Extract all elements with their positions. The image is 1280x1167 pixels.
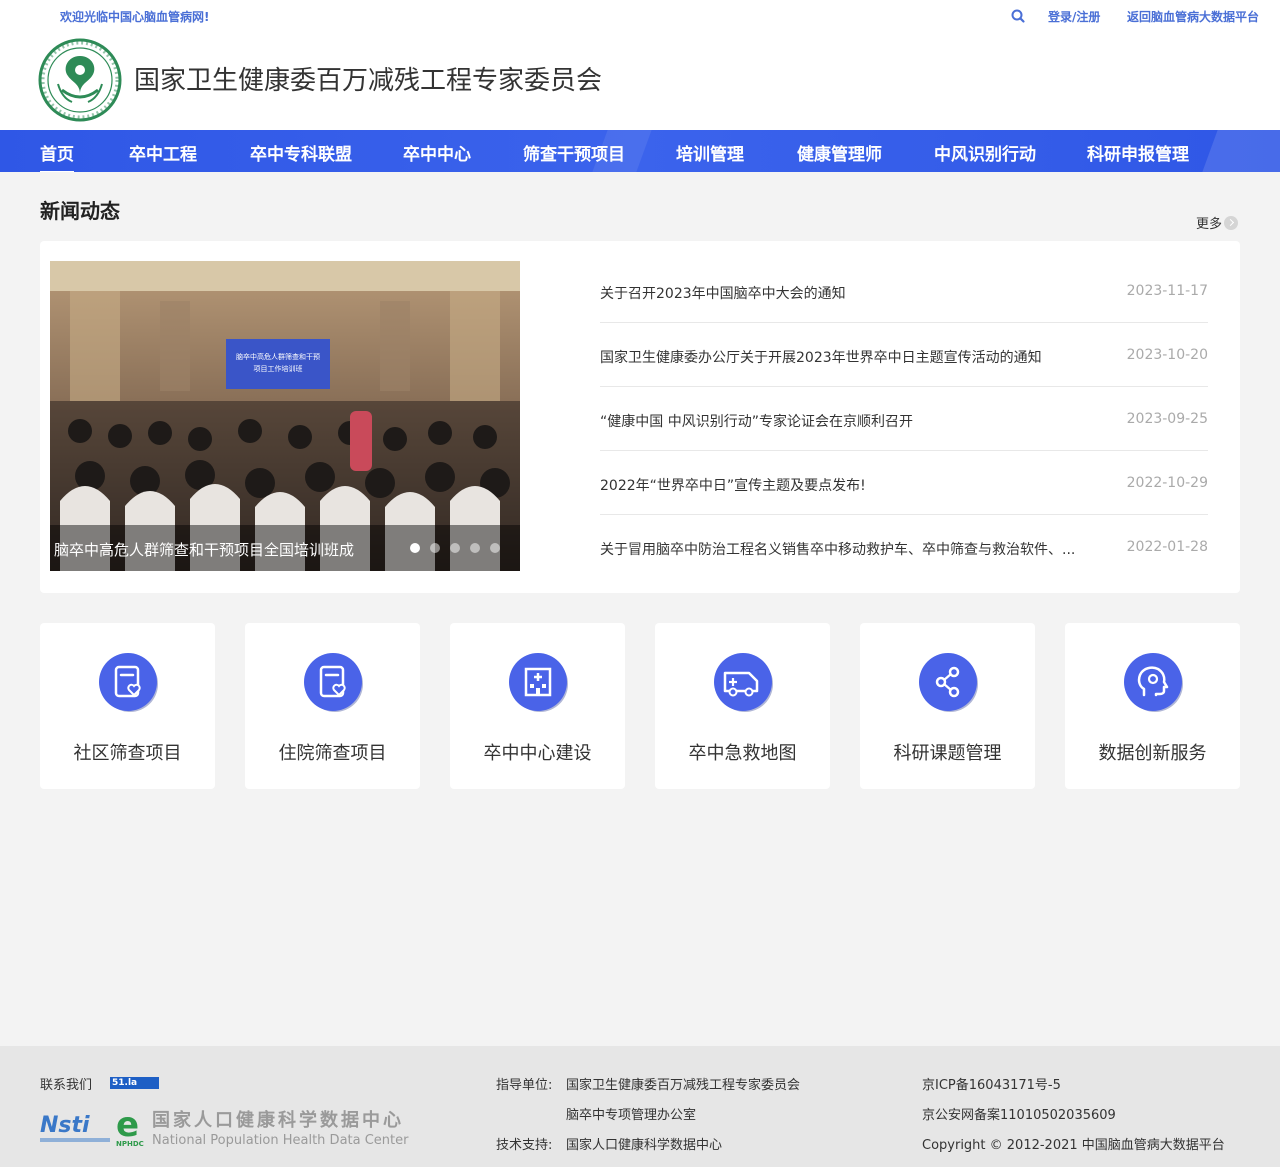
contact-us-link[interactable]: 联系我们 — [40, 1074, 92, 1093]
service-card-stroke-center[interactable]: 卒中中心建设 — [450, 623, 625, 789]
news-title[interactable]: 关于召开2023年中国脑卒中大会的通知 — [600, 283, 1080, 303]
nav-item-home[interactable]: 首页 — [40, 140, 74, 172]
news-item[interactable]: 关于召开2023年中国脑卒中大会的通知 2023-11-17 — [600, 259, 1208, 323]
service-card-data-innovation[interactable]: 数据创新服务 — [1065, 623, 1240, 789]
police-record[interactable]: 京公安网备案11010502035609 — [922, 1104, 1116, 1123]
news-item[interactable]: “健康中国 中风识别行动”专家论证会在京顺利召开 2023-09-25 — [600, 387, 1208, 451]
news-title[interactable]: “健康中国 中风识别行动”专家论证会在京顺利召开 — [600, 411, 1080, 431]
guide-unit-1: 国家卫生健康委百万减残工程专家委员会 — [566, 1078, 801, 1093]
nav-item-training[interactable]: 培训管理 — [676, 140, 744, 165]
nav-item-stroke-alliance[interactable]: 卒中专科联盟 — [250, 140, 352, 165]
tech-support-unit: 国家人口健康科学数据中心 — [566, 1138, 723, 1153]
main-nav: 首页 卒中工程 卒中专科联盟 卒中中心 筛查干预项目 培训管理 健康管理师 中风… — [0, 130, 1280, 172]
slider-dot[interactable] — [450, 543, 460, 553]
service-card-research[interactable]: 科研课题管理 — [860, 623, 1035, 789]
share-nodes-icon — [919, 653, 978, 712]
news-panel: 脑卒中高危人群筛查和干预 项目工作培训班 脑卒中高危人群筛查和干预项目全国培训班… — [40, 241, 1240, 593]
login-register-link[interactable]: 登录/注册 — [1048, 8, 1100, 25]
nav-item-stroke-recognition[interactable]: 中风识别行动 — [934, 140, 1036, 165]
nav-item-stroke-center[interactable]: 卒中中心 — [403, 140, 471, 165]
icp-record[interactable]: 京ICP备16043171号-5 — [922, 1074, 1061, 1093]
chevron-right-icon — [1224, 215, 1239, 230]
guide-unit-2: 脑卒中专项管理办公室 — [566, 1108, 697, 1123]
nphdc-en-name: National Population Health Data Center — [152, 1133, 409, 1148]
news-list: 关于召开2023年中国脑卒中大会的通知 2023-11-17 国家卫生健康委办公… — [600, 259, 1208, 579]
site-footer: 联系我们 51.la Nsti e NPHDC 国家人口健康科学数据中心 Nat… — [0, 1046, 1280, 1167]
news-item[interactable]: 关于冒用脑卒中防治工程名义销售卒中移动救护车、卒中筛查与救治软件、... 202… — [600, 515, 1208, 579]
nsti-logo-text: Nsti — [40, 1113, 90, 1138]
nphdc-abbr: NPHDC — [116, 1140, 144, 1148]
slider-dot[interactable] — [430, 543, 440, 553]
news-item[interactable]: 国家卫生健康委办公厅关于开展2023年世界卒中日主题宣传活动的通知 2023-1… — [600, 323, 1208, 387]
clipboard-heart-icon — [99, 653, 158, 712]
service-card-emergency-map[interactable]: 卒中急救地图 — [655, 623, 830, 789]
nav-decoration — [1202, 130, 1280, 172]
service-label: 数据创新服务 — [1098, 743, 1207, 764]
site-title: 国家卫生健康委百万减残工程专家委员会 — [134, 66, 603, 96]
ambulance-icon — [714, 653, 773, 712]
top-bar: 欢迎光临中国心脑血管病网! 登录/注册 返回脑血管病大数据平台 — [0, 0, 1280, 32]
news-date: 2023-09-25 — [1126, 411, 1208, 427]
slide-caption[interactable]: 脑卒中高危人群筛查和干预项目全国培训班成 — [54, 539, 354, 560]
news-section-title: 新闻动态 — [40, 199, 120, 223]
slide-banner-line2: 项目工作培训班 — [254, 364, 303, 373]
clipboard-heart-icon — [304, 653, 363, 712]
news-title[interactable]: 国家卫生健康委办公厅关于开展2023年世界卒中日主题宣传活动的通知 — [600, 347, 1080, 367]
nav-item-health-manager[interactable]: 健康管理师 — [797, 140, 882, 165]
more-label: 更多 — [1196, 217, 1223, 232]
slider-dot[interactable] — [490, 543, 500, 553]
news-title[interactable]: 2022年“世界卒中日”宣传主题及要点发布! — [600, 475, 1080, 495]
head-brain-icon — [1124, 653, 1183, 712]
nav-item-screening[interactable]: 筛查干预项目 — [523, 140, 625, 165]
slider-dot[interactable] — [410, 543, 420, 553]
news-slider[interactable]: 脑卒中高危人群筛查和干预 项目工作培训班 脑卒中高危人群筛查和干预项目全国培训班… — [50, 261, 520, 571]
service-label: 卒中急救地图 — [688, 743, 797, 764]
copyright: Copyright © 2012-2021 中国脑血管病大数据平台 — [922, 1138, 1225, 1153]
more-news-link[interactable]: 更多 — [1196, 213, 1239, 232]
service-label: 住院筛查项目 — [278, 743, 387, 764]
guide-label: 指导单位: — [496, 1078, 553, 1093]
service-label: 卒中中心建设 — [483, 743, 592, 764]
back-to-platform-link[interactable]: 返回脑血管病大数据平台 — [1127, 8, 1259, 25]
nphdc-cn-name: 国家人口健康科学数据中心 — [152, 1109, 404, 1131]
news-date: 2022-01-28 — [1126, 539, 1208, 555]
site-header: 国家卫生健康委百万减残工程专家委员会 — [0, 32, 1280, 130]
slide-banner-line1: 脑卒中高危人群筛查和干预 — [236, 352, 320, 361]
tech-support-label: 技术支持: — [496, 1138, 553, 1153]
committee-logo[interactable] — [38, 38, 122, 122]
nphdc-logo[interactable]: Nsti e NPHDC 国家人口健康科学数据中心 National Popul… — [40, 1106, 420, 1148]
news-date: 2023-10-20 — [1126, 347, 1208, 363]
service-card-inpatient-screening[interactable]: 住院筛查项目 — [245, 623, 420, 789]
news-date: 2023-11-17 — [1126, 283, 1208, 299]
slider-dot[interactable] — [470, 543, 480, 553]
slider-pagination — [410, 543, 500, 553]
service-card-community-screening[interactable]: 社区筛查项目 — [40, 623, 215, 789]
nav-item-stroke-project[interactable]: 卒中工程 — [129, 140, 197, 165]
stats-counter-badge[interactable]: 51.la — [110, 1077, 159, 1089]
welcome-text: 欢迎光临中国心脑血管病网! — [60, 10, 210, 24]
news-item[interactable]: 2022年“世界卒中日”宣传主题及要点发布! 2022-10-29 — [600, 451, 1208, 515]
service-label: 科研课题管理 — [893, 743, 1002, 764]
news-title[interactable]: 关于冒用脑卒中防治工程名义销售卒中移动救护车、卒中筛查与救治软件、... — [600, 539, 1080, 559]
search-icon[interactable] — [1010, 8, 1026, 24]
news-date: 2022-10-29 — [1126, 475, 1208, 491]
service-label: 社区筛查项目 — [73, 743, 182, 764]
nav-item-research[interactable]: 科研申报管理 — [1087, 140, 1189, 165]
hospital-icon — [509, 653, 568, 712]
